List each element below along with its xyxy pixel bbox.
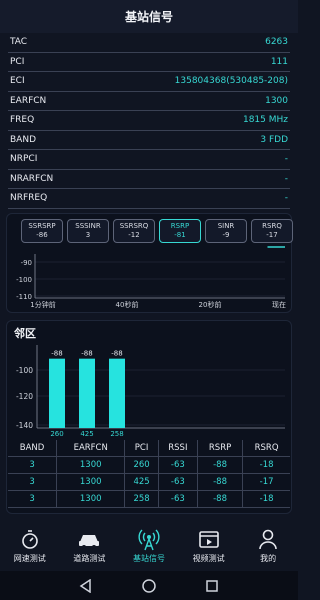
neighbor-bar bbox=[79, 358, 95, 428]
table-cell: 3 bbox=[8, 490, 58, 508]
info-row-pci: PCI 111 bbox=[8, 53, 290, 72]
signal-chart-panel: SSRSRP -86 SSSINR 3 SSRSRQ -12 RSRP -81 SINR -9 RS… bbox=[6, 213, 293, 313]
table-row: 3 1300 258 -63 -88 -18 bbox=[8, 490, 290, 508]
home-icon[interactable] bbox=[139, 576, 159, 596]
y-tick-label: -100 bbox=[16, 276, 32, 284]
bar-value-label: -88 bbox=[111, 350, 122, 358]
table-cell: -63 bbox=[158, 490, 198, 508]
info-value: - bbox=[284, 193, 288, 204]
info-row-earfcn: EARFCN 1300 bbox=[8, 92, 290, 111]
car-icon bbox=[76, 527, 102, 551]
neighbor-table: BAND EARFCN PCI RSSI RSRP RSRQ 3 1300 260 -63 -88-… bbox=[8, 440, 290, 508]
bar-category-label: 425 bbox=[80, 430, 93, 438]
table-cell: -88 bbox=[197, 473, 244, 491]
info-key: PCI bbox=[10, 56, 25, 67]
nav-item-car[interactable]: 道路测试 bbox=[60, 520, 120, 570]
bottom-nav: 网速测试 道路测试 基站信号 视频测试 我的 bbox=[0, 520, 298, 570]
table-cell: -18 bbox=[242, 456, 290, 474]
info-value: 1300 bbox=[265, 95, 288, 106]
column-header: PCI bbox=[124, 440, 159, 457]
column-header: EARFCN bbox=[56, 440, 126, 457]
table-cell: 425 bbox=[124, 473, 159, 491]
info-key: BAND bbox=[10, 134, 36, 145]
table-row: 3 1300 425 -63 -88 -17 bbox=[8, 473, 290, 491]
table-cell: 1300 bbox=[56, 473, 126, 491]
table-cell: 260 bbox=[124, 456, 159, 474]
system-nav-bar bbox=[0, 571, 298, 600]
nav-label: 我的 bbox=[260, 553, 277, 563]
info-value: 6263 bbox=[265, 37, 288, 48]
info-key: ECI bbox=[10, 76, 25, 87]
info-value: 1815 MHz bbox=[242, 115, 288, 126]
info-key: TAC bbox=[10, 37, 28, 48]
column-header: BAND bbox=[8, 440, 58, 457]
info-value: - bbox=[284, 154, 288, 165]
info-value: 111 bbox=[270, 56, 288, 67]
nav-label: 道路测试 bbox=[73, 553, 106, 563]
nav-item-stopwatch[interactable]: 网速测试 bbox=[0, 520, 60, 570]
signal-line-chart: -90 -100 -1101分钟前 40秒前 20秒前 现在 bbox=[16, 246, 286, 309]
column-header: RSRP bbox=[197, 440, 244, 457]
info-value: - bbox=[284, 173, 288, 184]
nav-item-video[interactable]: 视频测试 bbox=[179, 520, 239, 570]
info-row-nrpci: NRPCI - bbox=[8, 150, 290, 170]
neighbor-bar bbox=[49, 358, 65, 428]
bar-category-label: 260 bbox=[50, 430, 63, 438]
y-tick-label: -140 bbox=[16, 421, 33, 430]
table-cell: -88 bbox=[197, 456, 244, 474]
table-cell: 3 bbox=[8, 473, 58, 491]
antenna-icon bbox=[136, 527, 162, 551]
column-header: RSRQ bbox=[242, 440, 290, 457]
nav-label: 基站信号 bbox=[132, 553, 165, 563]
nav-item-antenna[interactable]: 基站信号 bbox=[119, 520, 179, 570]
info-key: NRFREQ bbox=[10, 193, 48, 204]
table-cell: -17 bbox=[242, 473, 290, 491]
nav-item-person[interactable]: 我的 bbox=[238, 520, 298, 570]
info-row-eci: ECI 135804368(530485-208) bbox=[8, 72, 290, 92]
table-cell: -18 bbox=[242, 490, 290, 508]
info-row-band: BAND 3 FDD bbox=[8, 131, 290, 150]
info-value: 3 FDD bbox=[260, 134, 288, 145]
y-tick-label: -110 bbox=[16, 293, 32, 301]
table-cell: 1300 bbox=[56, 490, 126, 508]
bar-category-label: 258 bbox=[110, 430, 123, 438]
table-cell: 258 bbox=[124, 490, 159, 508]
table-cell: -63 bbox=[158, 473, 198, 491]
info-row-nrfreq: NRFREQ - bbox=[8, 189, 290, 209]
x-tick-label: 20秒前 bbox=[199, 300, 222, 309]
info-row-freq: FREQ 1815 MHz bbox=[8, 111, 290, 131]
back-icon[interactable] bbox=[76, 576, 96, 596]
person-icon bbox=[255, 527, 281, 551]
y-tick-label: -120 bbox=[16, 392, 33, 401]
x-tick-label: 现在 bbox=[272, 300, 286, 309]
info-row-tac: TAC 6263 bbox=[8, 33, 290, 53]
bar-value-label: -88 bbox=[51, 350, 62, 358]
info-row-nrarfcn: NRARFCN - bbox=[8, 170, 290, 189]
table-row: 3 1300 260 -63 -88 -18 bbox=[8, 456, 290, 474]
video-icon bbox=[196, 527, 222, 551]
cell-info-list: TAC 6263 PCI 111 ECI 135804368(530485-208) EAR… bbox=[8, 33, 290, 228]
recents-icon[interactable] bbox=[202, 576, 222, 596]
x-tick-label: 40秒前 bbox=[116, 300, 139, 309]
table-cell: 3 bbox=[8, 456, 58, 474]
y-tick-label: -100 bbox=[16, 366, 33, 375]
nav-label: 视频测试 bbox=[192, 553, 225, 563]
table-header-row: BAND EARFCN PCI RSSI RSRP RSRQ bbox=[8, 440, 290, 457]
nav-label: 网速测试 bbox=[13, 553, 46, 563]
info-key: FREQ bbox=[10, 115, 35, 126]
info-key: NRARFCN bbox=[10, 173, 54, 184]
y-tick-label: -90 bbox=[21, 259, 32, 267]
neighbor-bar bbox=[109, 358, 125, 428]
table-cell: -88 bbox=[197, 490, 244, 508]
table-cell: 1300 bbox=[56, 456, 126, 474]
bar-value-label: -88 bbox=[81, 350, 92, 358]
column-header: RSSI bbox=[158, 440, 198, 457]
info-value: 135804368(530485-208) bbox=[174, 76, 288, 87]
info-key: EARFCN bbox=[10, 95, 47, 106]
stopwatch-icon bbox=[17, 527, 43, 551]
page-title: 基站信号 bbox=[0, 0, 298, 33]
x-tick-label: 1分钟前 bbox=[30, 300, 55, 309]
info-key: NRPCI bbox=[10, 154, 38, 165]
table-cell: -63 bbox=[158, 456, 198, 474]
